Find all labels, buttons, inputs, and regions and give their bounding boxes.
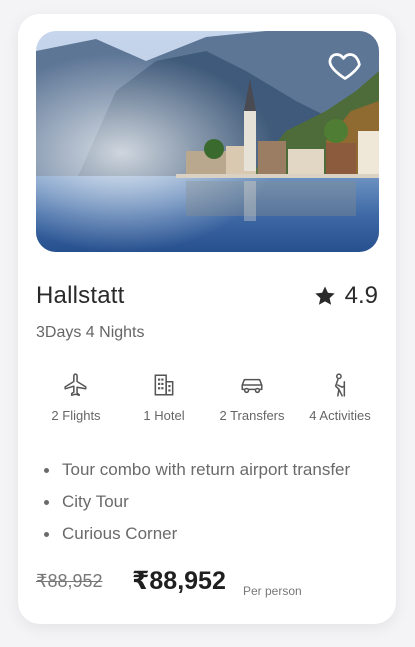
hotel-icon (154, 374, 174, 396)
inclusion-label: 2 Flights (51, 408, 101, 423)
inclusion-hotel: 1 Hotel (120, 372, 208, 423)
highlight-item: Curious Corner (44, 518, 350, 550)
rating-value: 4.9 (344, 282, 378, 309)
destination-photo (36, 31, 379, 252)
trip-duration: 3Days 4 Nights (36, 324, 145, 341)
destination-name: Hallstatt (36, 282, 125, 309)
rating: 4.9 (313, 282, 378, 310)
inclusion-flights: 2 Flights (32, 372, 120, 423)
car-icon (241, 378, 263, 394)
inclusion-label: 1 Hotel (143, 408, 185, 423)
airplane-icon (64, 373, 87, 397)
highlight-item: City Tour (44, 486, 350, 518)
highlights-list: Tour combo with return airport transfer … (44, 454, 350, 550)
per-person-label: Per person (243, 584, 302, 598)
package-card[interactable]: Hallstatt 4.9 3Days 4 Nights 2 Flights 1… (18, 14, 396, 624)
inclusions: 2 Flights 1 Hotel 2 Transfers 4 Activiti… (32, 372, 384, 423)
original-price: ₹88,952 (36, 571, 103, 591)
inclusion-label: 2 Transfers (219, 408, 285, 423)
highlight-item: Tour combo with return airport transfer (44, 454, 350, 486)
star-icon (314, 286, 335, 305)
inclusion-label: 4 Activities (309, 408, 371, 423)
inclusion-activities: 4 Activities (296, 372, 384, 423)
hiker-icon (334, 373, 346, 397)
inclusion-transfers: 2 Transfers (208, 372, 296, 423)
heart-outline-icon[interactable] (327, 47, 363, 83)
current-price: ₹88,952 (132, 567, 226, 595)
